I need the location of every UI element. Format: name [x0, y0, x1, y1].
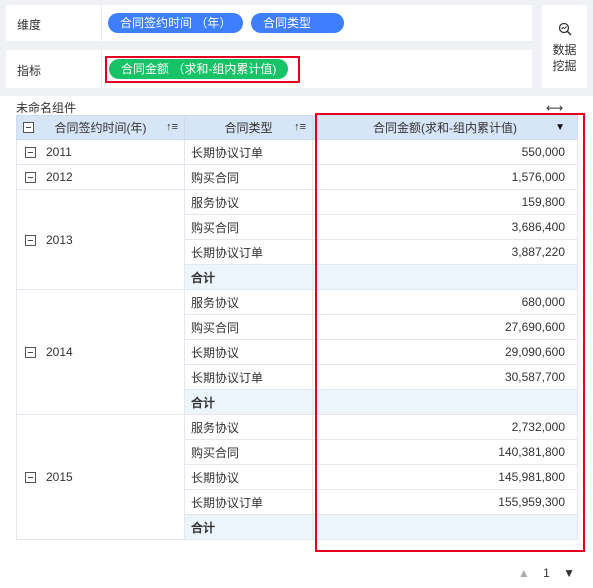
next-page-icon[interactable]: ▼: [563, 566, 575, 580]
year-label: 2015: [46, 470, 73, 484]
type-cell: 长期协议订单: [184, 239, 313, 265]
header-amount[interactable]: 合同金额(求和-组内累计值) ▼: [312, 115, 578, 140]
collapse-toggle-icon[interactable]: [25, 347, 36, 359]
dimension-row: 维度 合同签约时间 （年） 合同类型: [6, 5, 532, 41]
amount-cell: 159,800: [312, 189, 578, 215]
year-label: 2014: [46, 345, 73, 359]
dimension-pill-type[interactable]: 合同类型: [251, 13, 344, 33]
type-cell: 长期协议: [184, 339, 313, 365]
table-row: 2014 服务协议 680,000: [16, 289, 578, 415]
collapse-all-icon[interactable]: [23, 122, 34, 133]
subtotal-value: [312, 264, 578, 290]
collapse-toggle-icon[interactable]: [25, 147, 36, 159]
type-cell: 长期协议订单: [184, 364, 313, 390]
data-mining-button[interactable]: 数据挖掘: [542, 5, 587, 88]
type-cell: 购买合同: [184, 214, 313, 240]
year-cell: 2012: [16, 164, 185, 190]
prev-page-icon[interactable]: ▲: [518, 566, 530, 580]
type-cell: 服务协议: [184, 189, 313, 215]
amount-cell: 140,381,800: [312, 439, 578, 465]
amount-cell: 1,576,000: [312, 164, 578, 190]
amount-cell: 30,587,700: [312, 364, 578, 390]
dropdown-caret-icon[interactable]: ▼: [555, 122, 565, 133]
collapse-toggle-icon[interactable]: [25, 172, 36, 184]
pager: ▲ 1 ▼: [508, 566, 575, 580]
component-title: 未命名组件: [16, 101, 77, 115]
dimension-pill-year[interactable]: 合同签约时间 （年）: [108, 13, 244, 33]
amount-cell: 155,959,300: [312, 489, 578, 515]
data-mining-label: 数据挖掘: [552, 43, 577, 73]
type-cell: 购买合同: [184, 314, 313, 340]
metric-row: 指标 合同金额 （求和-组内累计值): [6, 50, 532, 88]
year-cell: 2014: [16, 289, 185, 415]
type-cell: 购买合同: [184, 164, 313, 190]
collapse-toggle-icon[interactable]: [25, 472, 36, 484]
metric-label: 指标: [17, 64, 42, 78]
amount-cell: 29,090,600: [312, 339, 578, 365]
year-label: 2012: [46, 170, 73, 184]
type-cell: 长期协议: [184, 464, 313, 490]
year-cell: 2013: [16, 189, 185, 290]
header-year[interactable]: 合同签约时间(年) ↑≡: [16, 115, 185, 140]
dimension-label: 维度: [17, 18, 42, 32]
pivot-table: 合同签约时间(年) ↑≡ 合同类型 ↑≡ 合同金额(求和-组内累计值) ▼ 20…: [16, 115, 578, 540]
year-cell: 2011: [16, 139, 185, 165]
expand-width-icon[interactable]: ⟷: [546, 101, 563, 115]
divider: [101, 50, 102, 88]
amount-cell: 27,690,600: [312, 314, 578, 340]
sort-icon[interactable]: ↑≡: [294, 121, 306, 133]
type-cell: 长期协议订单: [184, 139, 313, 165]
table-row: 2011 长期协议订单 550,000: [16, 139, 578, 165]
subtotal-value: [312, 514, 578, 540]
divider: [101, 5, 102, 41]
amount-cell: 550,000: [312, 139, 578, 165]
table-row: 2012 购买合同 1,576,000: [16, 164, 578, 190]
year-label: 2013: [46, 232, 73, 247]
subtotal-label: 合计: [184, 514, 313, 540]
metric-pill-amount[interactable]: 合同金额 （求和-组内累计值): [109, 59, 289, 79]
collapse-toggle-icon[interactable]: [25, 234, 36, 246]
subtotal-value: [312, 389, 578, 415]
amount-cell: 2,732,000: [312, 414, 578, 440]
table-row: 2013 服务协议 159,800: [16, 189, 578, 290]
sort-icon[interactable]: ↑≡: [166, 121, 178, 133]
header-type[interactable]: 合同类型 ↑≡: [184, 115, 313, 140]
type-cell: 服务协议: [184, 414, 313, 440]
table-row: 2015 服务协议 2,732,000: [16, 414, 578, 540]
subtotal-label: 合计: [184, 264, 313, 290]
year-cell: 2015: [16, 414, 185, 540]
subtotal-label: 合计: [184, 389, 313, 415]
type-cell: 服务协议: [184, 289, 313, 315]
amount-cell: 145,981,800: [312, 464, 578, 490]
year-label: 2011: [46, 145, 72, 159]
amount-cell: 3,887,220: [312, 239, 578, 265]
page-number: 1: [543, 566, 550, 580]
amount-cell: 3,686,400: [312, 214, 578, 240]
type-cell: 长期协议订单: [184, 489, 313, 515]
table-header-row: 合同签约时间(年) ↑≡ 合同类型 ↑≡ 合同金额(求和-组内累计值) ▼: [16, 115, 578, 140]
amount-cell: 680,000: [312, 289, 578, 315]
type-cell: 购买合同: [184, 439, 313, 465]
search-chart-icon: [558, 22, 572, 36]
